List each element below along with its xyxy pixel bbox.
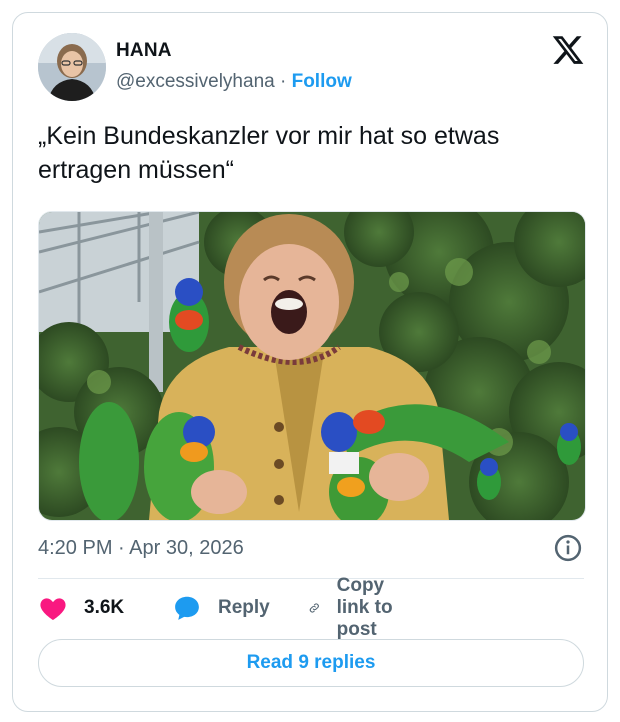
info-icon[interactable] xyxy=(553,533,583,563)
timestamp-separator: · xyxy=(118,537,125,559)
author-name[interactable]: HANA xyxy=(116,40,172,62)
x-logo-icon[interactable] xyxy=(551,33,585,67)
reply-button[interactable]: Reply xyxy=(172,593,270,623)
tweet-photo[interactable] xyxy=(38,211,586,521)
tweet-date: Apr 30, 2026 xyxy=(129,537,244,559)
divider xyxy=(38,578,584,579)
likes-count: 3.6K xyxy=(84,597,125,618)
author-handle[interactable]: @excessivelyhana xyxy=(116,71,275,92)
speech-bubble-icon xyxy=(175,596,199,620)
handle-line: @excessivelyhana · Follow xyxy=(116,71,352,93)
follow-link[interactable]: Follow xyxy=(292,71,352,92)
copy-link-button[interactable]: Copy link to post xyxy=(308,575,402,640)
tweet-text: „Kein Bundeskanzler vor mir hat so etwas… xyxy=(38,122,500,184)
avatar[interactable] xyxy=(38,33,106,101)
copy-link-label: Copy link to post xyxy=(336,575,393,640)
tweet-card: HANA @excessivelyhana · Follow „Kein Bun… xyxy=(12,12,608,712)
like-button[interactable]: 3.6K xyxy=(38,593,124,623)
avatar-image xyxy=(38,33,106,101)
link-icon xyxy=(309,603,319,613)
timestamp[interactable]: 4:20 PM · Apr 30, 2026 xyxy=(38,537,244,560)
reply-label: Reply xyxy=(218,597,270,618)
tweet-time: 4:20 PM xyxy=(38,537,113,559)
photo-image xyxy=(39,212,585,520)
heart-icon xyxy=(40,598,66,620)
handle-separator: · xyxy=(279,71,287,92)
read-replies-button[interactable]: Read 9 replies xyxy=(38,639,584,687)
